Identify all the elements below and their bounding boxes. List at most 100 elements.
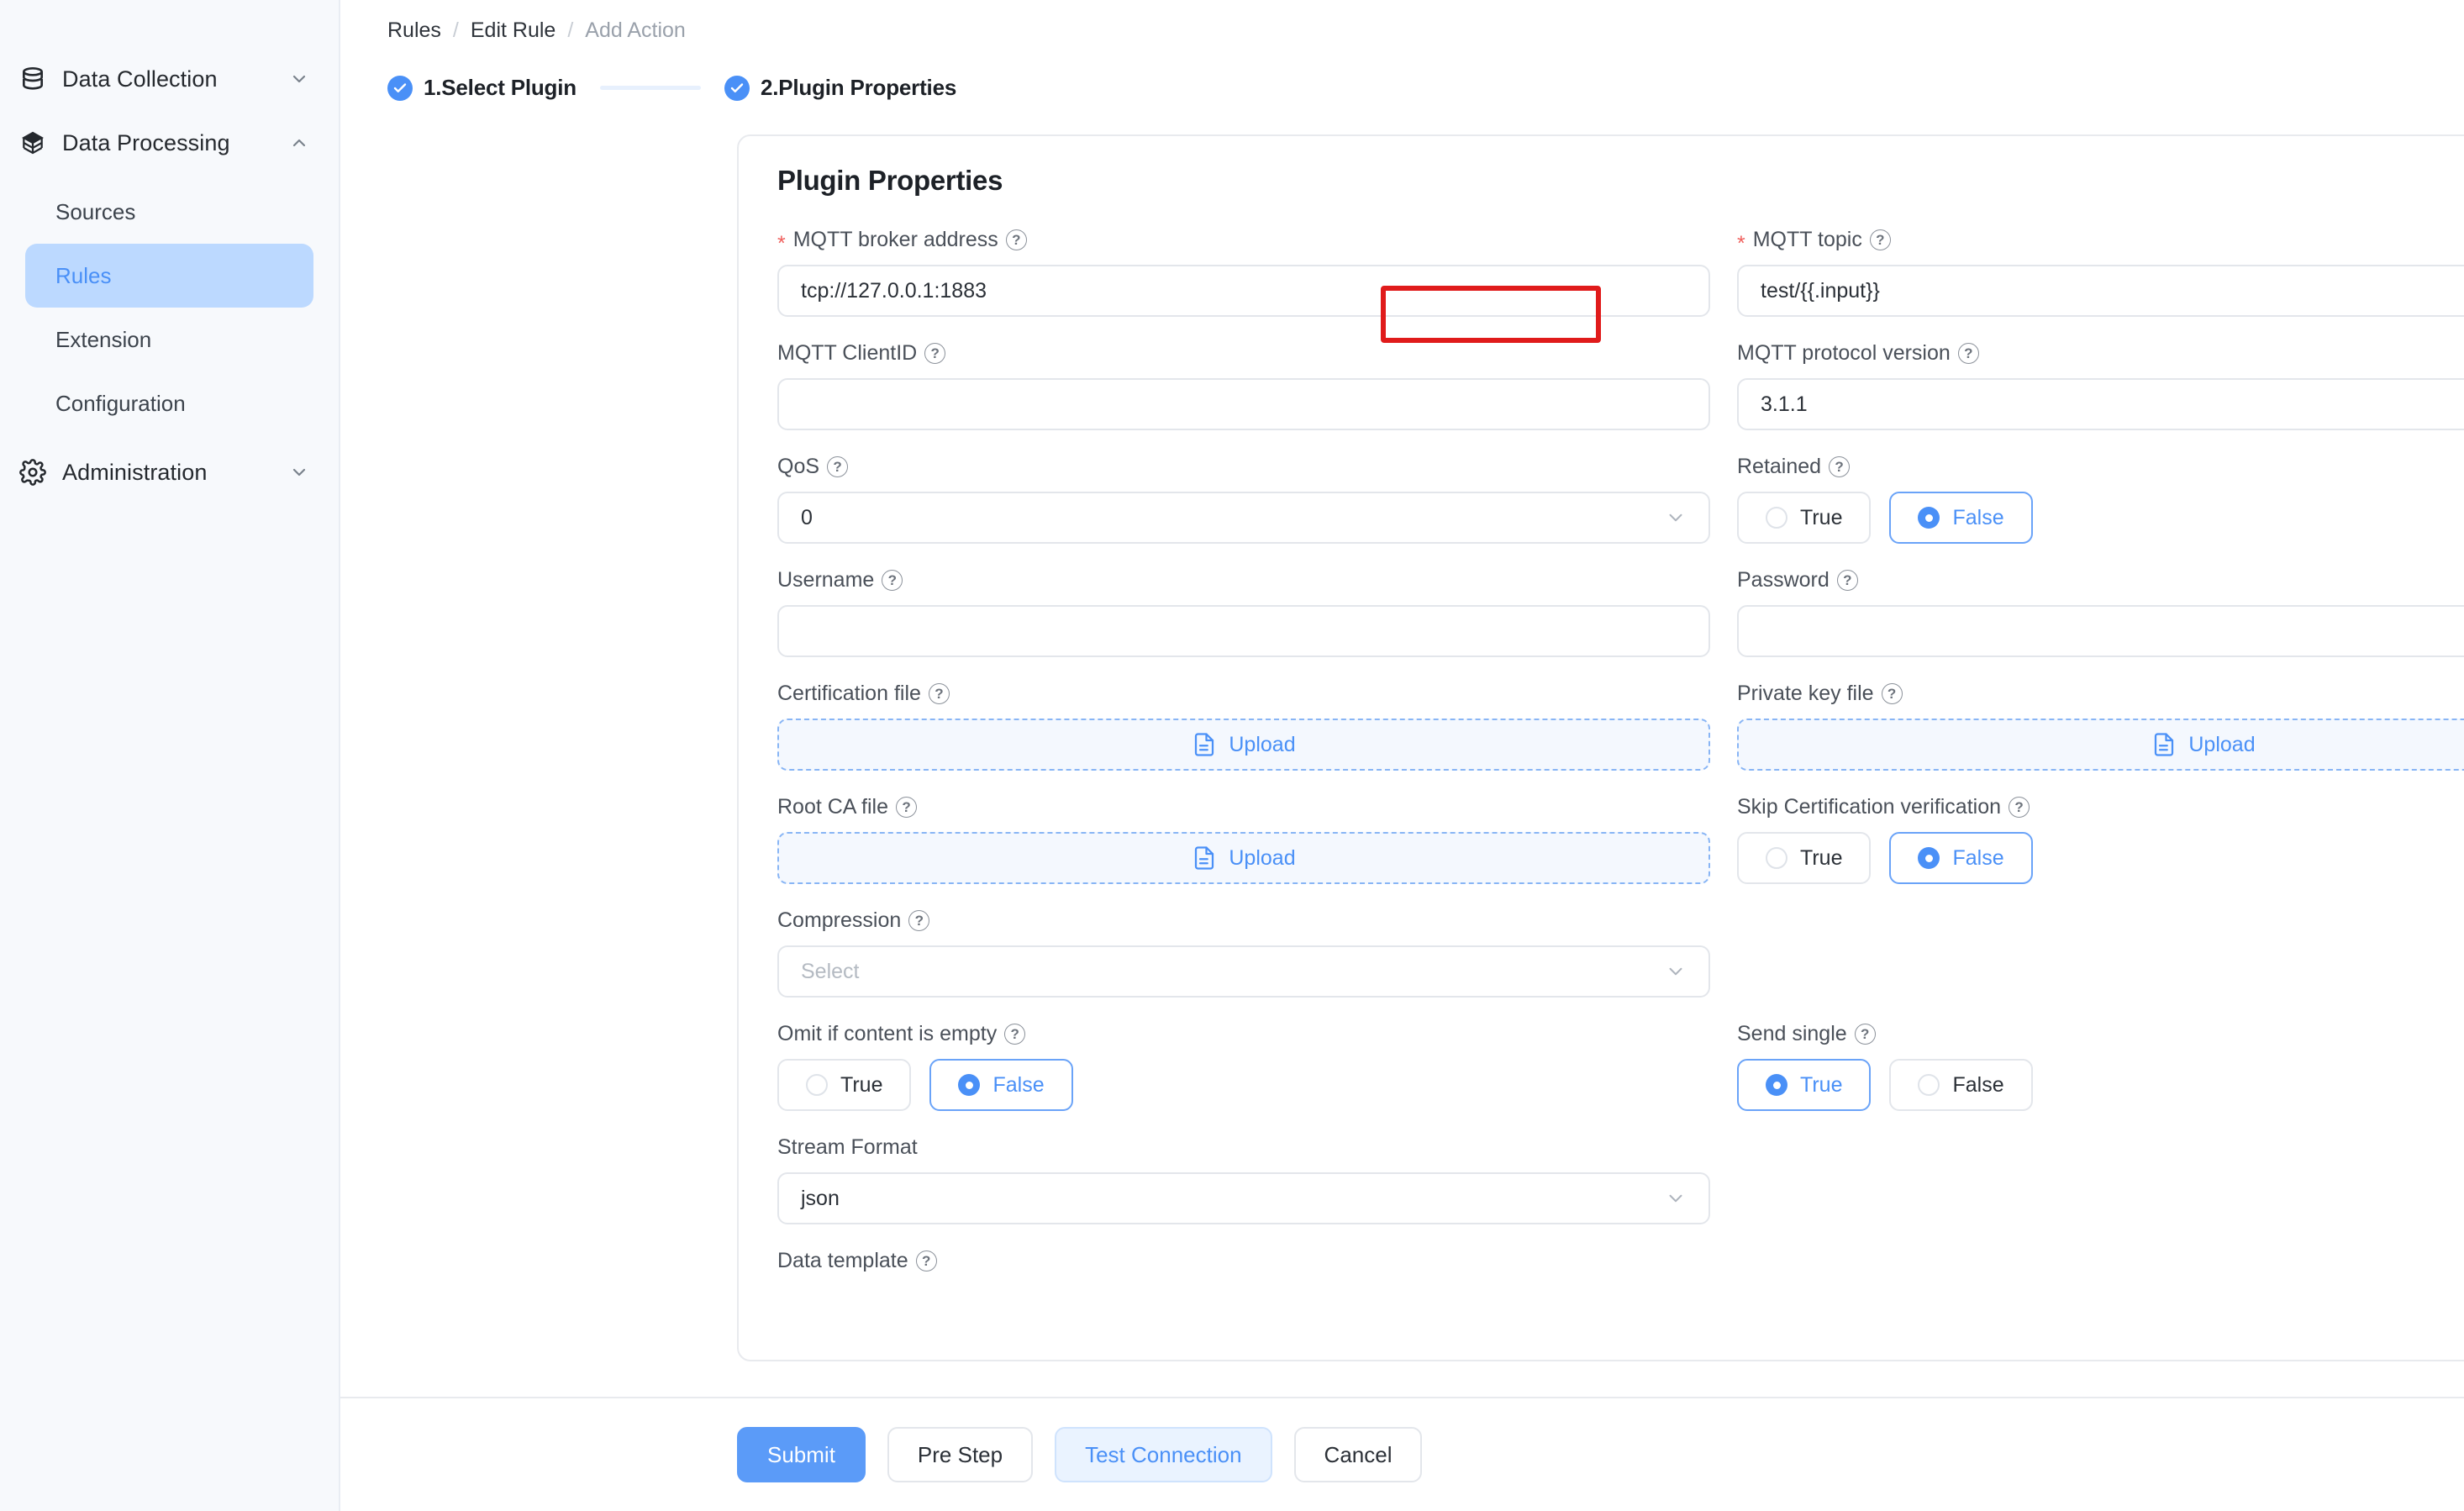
chevron-down-icon[interactable] [288, 68, 310, 90]
test-connection-button[interactable]: Test Connection [1055, 1427, 1271, 1482]
breadcrumb-item-edit-rule[interactable]: Edit Rule [471, 18, 555, 43]
help-icon[interactable]: ? [1004, 1024, 1025, 1045]
field-mqtt-protocol-version: MQTT protocol version ? 3.1.1 [1737, 339, 2464, 430]
help-icon[interactable]: ? [827, 456, 848, 477]
username-input[interactable] [777, 605, 1710, 657]
radio-dot-icon [1766, 507, 1787, 529]
field-private-key-file: Private key file ? [1737, 679, 2464, 771]
sidebar-group-data-collection[interactable]: Data Collection [0, 47, 339, 111]
sidebar-item-sources[interactable]: Sources [25, 180, 313, 244]
breadcrumb: Rules / Edit Rule / Add Action [340, 0, 2464, 43]
help-icon[interactable]: ? [908, 910, 929, 931]
gear-icon [18, 458, 47, 487]
stream-format-select[interactable]: json [777, 1172, 1710, 1224]
content-scroll-area: Rules / Edit Rule / Add Action 1.Select … [340, 0, 2464, 1397]
form-col-right: Private key file ? [1737, 679, 2464, 792]
sidebar-group-label: Administration [62, 460, 273, 486]
check-circle-icon [387, 76, 413, 101]
cancel-button[interactable]: Cancel [1294, 1427, 1423, 1482]
upload-label: Upload [2188, 733, 2255, 757]
chevron-up-icon[interactable] [288, 132, 310, 154]
compression-select[interactable]: Select [777, 945, 1710, 998]
root-ca-file-upload-button[interactable]: Upload [777, 832, 1710, 884]
label-text: MQTT topic [1753, 228, 1862, 252]
sidebar-group-administration[interactable]: Administration [0, 440, 339, 504]
label-text: Send single [1737, 1022, 1847, 1046]
help-icon[interactable]: ? [924, 343, 945, 364]
page-title: Plugin Properties [777, 165, 1003, 197]
breadcrumb-item-rules[interactable]: Rules [387, 18, 441, 43]
help-icon[interactable]: ? [1006, 229, 1027, 250]
retained-option-true[interactable]: True [1737, 492, 1871, 544]
send-single-option-false[interactable]: False [1889, 1059, 2032, 1111]
mqtt-broker-address-input[interactable]: tcp://127.0.0.1:1883 [777, 265, 1710, 317]
upload-label: Upload [1229, 733, 1295, 757]
pre-step-button[interactable]: Pre Step [887, 1427, 1033, 1482]
chevron-down-icon[interactable] [288, 461, 310, 483]
form-row: Compression ? Select [777, 906, 2464, 1019]
sidebar-group-data-processing[interactable]: Data Processing [0, 111, 339, 175]
label-omit-if-content-is-empty: Omit if content is empty ? [777, 1019, 1710, 1048]
form-col-left: Compression ? Select [777, 906, 1710, 1019]
form-col-left: * MQTT broker address ? tcp://127.0.0.1:… [777, 225, 1710, 339]
step-connector-line [600, 86, 701, 90]
sidebar-item-extension[interactable]: Extension [25, 308, 313, 371]
help-icon[interactable]: ? [1870, 229, 1891, 250]
step-plugin-properties[interactable]: 2.Plugin Properties [724, 75, 956, 101]
submit-button[interactable]: Submit [737, 1427, 866, 1482]
omit-if-empty-option-false[interactable]: False [929, 1059, 1072, 1111]
label-text: Stream Format [777, 1135, 918, 1160]
certification-file-upload-button[interactable]: Upload [777, 719, 1710, 771]
send-single-option-true[interactable]: True [1737, 1059, 1871, 1111]
form-col-left: Data template ? [777, 1246, 1710, 1297]
skip-cert-option-false[interactable]: False [1889, 832, 2032, 884]
form-row: Stream Format json [777, 1133, 2464, 1246]
label-text: Compression [777, 908, 901, 933]
send-single-radio-group: True False [1737, 1059, 2464, 1111]
label-retained: Retained ? [1737, 452, 2464, 481]
label-data-template: Data template ? [777, 1246, 1710, 1275]
label-text: Retained [1737, 455, 1821, 479]
field-qos: QoS ? 0 [777, 452, 1710, 544]
help-icon[interactable]: ? [2009, 797, 2030, 818]
field-username: Username ? [777, 566, 1710, 657]
omit-if-empty-option-true[interactable]: True [777, 1059, 911, 1111]
sidebar-item-configuration[interactable]: Configuration [25, 371, 313, 435]
radio-dot-icon [1918, 1074, 1940, 1096]
help-icon[interactable]: ? [916, 1250, 937, 1271]
qos-select[interactable]: 0 [777, 492, 1710, 544]
field-mqtt-broker-address: * MQTT broker address ? tcp://127.0.0.1:… [777, 225, 1710, 317]
help-icon[interactable]: ? [1855, 1024, 1876, 1045]
mqtt-topic-input[interactable]: test/{{.input}} [1737, 265, 2464, 317]
check-circle-icon [724, 76, 750, 101]
help-icon[interactable]: ? [1882, 683, 1903, 704]
help-icon[interactable]: ? [882, 570, 903, 591]
label-text: MQTT ClientID [777, 341, 917, 366]
field-skip-certification-verification: Skip Certification verification ? True [1737, 792, 2464, 884]
form-row: * MQTT broker address ? tcp://127.0.0.1:… [777, 225, 2464, 339]
private-key-file-upload-button[interactable]: Upload [1737, 719, 2464, 771]
field-password: Password ? [1737, 566, 2464, 657]
step-select-plugin[interactable]: 1.Select Plugin [387, 75, 577, 101]
label-text: QoS [777, 455, 819, 479]
help-icon[interactable]: ? [1837, 570, 1858, 591]
label-private-key-file: Private key file ? [1737, 679, 2464, 708]
sidebar-item-rules[interactable]: Rules [25, 244, 313, 308]
mqtt-protocol-version-select[interactable]: 3.1.1 [1737, 378, 2464, 430]
field-retained: Retained ? True [1737, 452, 2464, 544]
mqtt-clientid-input[interactable] [777, 378, 1710, 430]
retained-option-false[interactable]: False [1889, 492, 2032, 544]
field-data-template: Data template ? [777, 1246, 1710, 1275]
help-icon[interactable]: ? [896, 797, 917, 818]
breadcrumb-separator: / [453, 18, 459, 43]
help-icon[interactable]: ? [1829, 456, 1850, 477]
plugin-properties-card: Plugin Properties * MQTT broker address [737, 134, 2464, 1361]
select-value: 3.1.1 [1761, 392, 1808, 417]
help-icon[interactable]: ? [1958, 343, 1979, 364]
radio-dot-icon [1766, 847, 1787, 869]
password-input[interactable] [1737, 605, 2464, 657]
label-text: Username [777, 568, 874, 592]
help-icon[interactable]: ? [929, 683, 950, 704]
skip-cert-option-true[interactable]: True [1737, 832, 1871, 884]
form-row: Certification file ? [777, 679, 2464, 792]
